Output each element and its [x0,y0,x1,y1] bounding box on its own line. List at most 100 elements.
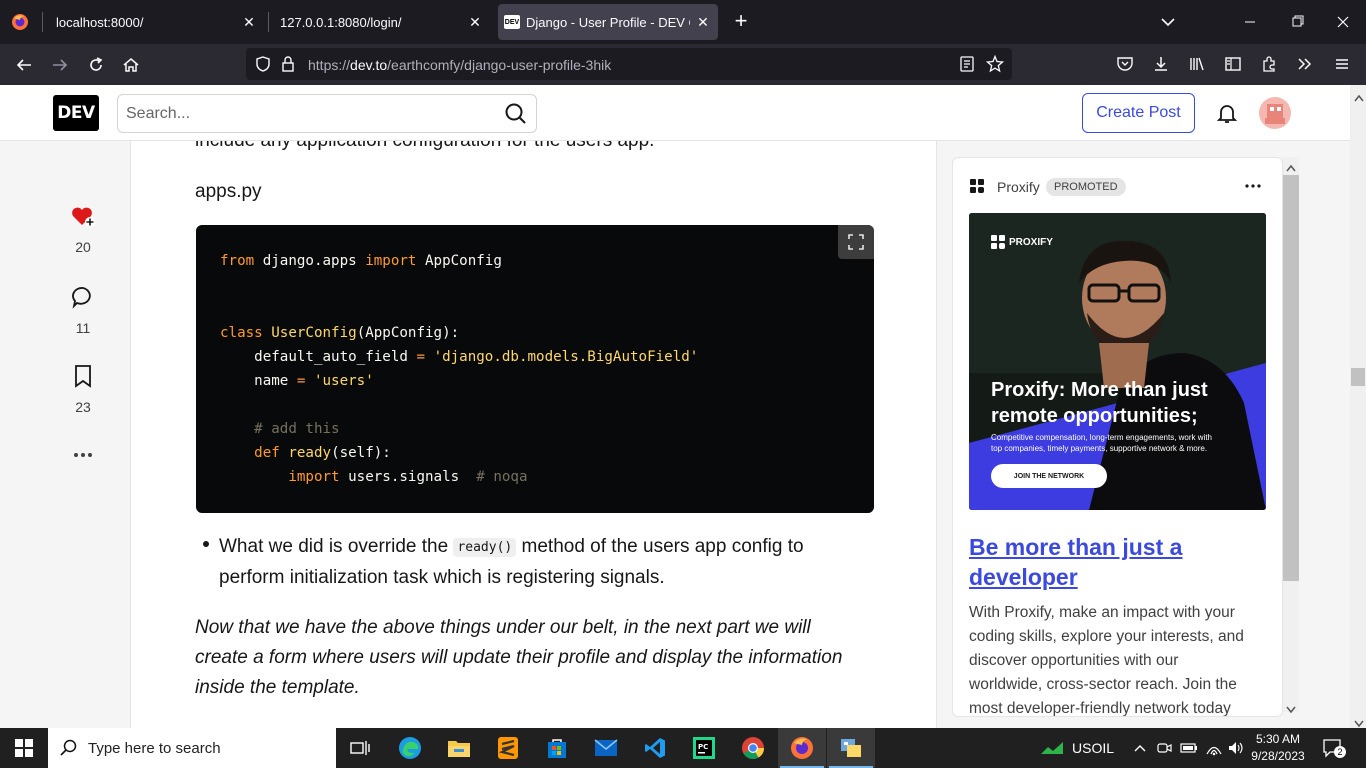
code-line: class UserConfig(AppConfig): [220,325,460,341]
tab-title: localhost:8000/ [56,14,144,30]
more-options-button[interactable] [66,443,100,470]
tab-title: Django - User Profile - DEV Con [526,14,690,30]
avatar[interactable] [1259,97,1291,129]
close-tab-icon[interactable]: ✕ [240,13,258,31]
clock-time: 5:30 AM [1255,732,1301,746]
vscode-icon[interactable] [631,728,679,768]
code-line: name = 'users' [220,373,374,389]
tab-login[interactable]: 127.0.0.1:8080/login/ ✕ [268,0,494,44]
battery-icon[interactable] [1180,740,1198,761]
scroll-down-icon[interactable] [1286,701,1296,719]
sidebar-icon[interactable] [1224,55,1242,78]
proxify-logo-icon [991,235,1005,249]
minimize-button[interactable] [1238,12,1262,32]
pocket-icon[interactable] [1116,55,1134,78]
restore-button[interactable] [1285,12,1309,32]
italic-paragraph-line: Now that we have the above things under … [195,617,811,638]
microsoft-store-icon[interactable] [533,728,581,768]
mail-icon[interactable] [582,728,630,768]
ad-brand[interactable]: Proxify [997,179,1040,195]
fullscreen-button[interactable] [838,225,874,259]
show-hidden-icons-icon[interactable] [1133,741,1147,760]
stock-ticker[interactable]: USOIL [1072,740,1114,756]
promoted-ad-card: Proxify PROMOTED PROXIFY Proxify: More t… [952,157,1283,717]
volume-icon[interactable] [1227,740,1245,761]
downloads-icon[interactable] [1152,55,1170,78]
code-line: def ready(self): [254,445,391,461]
code-line: from django.apps import AppConfig [220,253,502,269]
ad-options-icon[interactable] [1243,176,1263,201]
file-explorer-icon[interactable] [435,728,483,768]
taskbar-search-placeholder: Type here to search [88,739,221,757]
ad-body: With Proxify, make an impact with your c… [969,604,1244,717]
scroll-up-icon[interactable] [1354,89,1364,107]
fullscreen-icon [848,234,864,250]
ad-image-headline: Proxify: More than just remote opportuni… [991,379,1208,427]
list-tabs-icon[interactable] [1158,12,1178,32]
tab-bar: localhost:8000/ ✕ 127.0.0.1:8080/login/ … [0,0,1366,44]
meet-now-icon[interactable] [1156,740,1172,761]
task-view-icon[interactable] [336,728,384,768]
create-post-button[interactable]: Create Post [1082,93,1195,133]
ad-image[interactable]: PROXIFY Proxify: More than just remote o… [969,213,1266,510]
dev-logo[interactable]: DEV [53,95,99,131]
firefox-menu-icon[interactable] [8,10,32,34]
page-scrollbar[interactable] [1350,85,1366,728]
file-label: apps.py [195,181,262,202]
sublime-text-icon[interactable] [484,728,532,768]
code-line: import users.signals # noqa [288,469,528,485]
clock-date: 9/28/2023 [1251,749,1305,763]
stock-chart-icon[interactable] [1040,740,1064,761]
inline-code: ready() [453,538,517,557]
sidebar-scroll-thumb[interactable] [1283,175,1299,581]
ad-title-link[interactable]: Be more than just a developer [969,532,1182,592]
search-icon[interactable] [504,102,528,131]
forward-button[interactable] [45,50,75,80]
tab-dev-article[interactable]: DEV Django - User Profile - DEV Con ✕ [498,4,718,40]
close-tab-icon[interactable]: ✕ [694,13,712,31]
reader-view-icon[interactable] [958,55,976,78]
reload-button[interactable] [81,50,111,80]
taskbar-search[interactable]: Type here to search [48,728,336,768]
heart-plus-icon [72,207,95,227]
home-button[interactable] [116,50,146,80]
page-scroll-thumb[interactable] [1351,368,1365,386]
firefox-taskbar-icon[interactable] [778,728,826,768]
close-tab-icon[interactable]: ✕ [466,13,484,31]
shield-icon[interactable] [254,55,272,78]
extensions-icon[interactable] [1260,55,1278,78]
more-tools-icon[interactable] [1296,55,1314,78]
notification-center-icon[interactable]: 2 [1322,738,1346,758]
promoted-badge: PROMOTED [1046,178,1126,196]
chrome-icon[interactable] [729,728,777,768]
edge-icon[interactable] [386,728,434,768]
notifications-bell-icon[interactable] [1215,101,1239,130]
comment-button[interactable]: 11 [66,285,100,336]
search-box[interactable] [117,94,537,133]
code-line: default_auto_field = 'django.db.models.B… [220,349,699,365]
bullet-dot [203,541,209,547]
python-app-icon[interactable] [827,728,875,768]
back-button[interactable] [9,50,39,80]
tab-localhost[interactable]: localhost:8000/ ✕ [42,0,268,44]
dev-favicon-icon: DEV [504,15,520,29]
bookmark-button[interactable]: 23 [66,364,100,415]
pycharm-icon[interactable]: PC [680,728,728,768]
library-icon[interactable] [1188,55,1206,78]
ad-image-subtext: Competitive compensation, long-term enga… [991,433,1212,453]
search-input[interactable] [126,103,486,125]
new-tab-button[interactable]: + [729,10,753,34]
close-window-button[interactable] [1331,12,1355,32]
windows-start-icon[interactable] [0,728,48,768]
like-button[interactable]: 20 [66,205,100,255]
hamburger-menu-icon[interactable] [1333,55,1351,78]
notification-count-badge: 2 [1334,746,1346,758]
sidebar-scrollbar[interactable] [1283,157,1299,714]
bookmark-star-icon[interactable] [985,54,1005,78]
ad-image-logo: PROXIFY [991,235,1053,249]
url-bar[interactable]: https://dev.to/earthcomfy/django-user-pr… [246,48,1012,80]
clock[interactable]: 5:30 AM 9/28/2023 [1250,731,1306,765]
lock-icon[interactable] [280,55,296,78]
join-network-button[interactable]: JOIN THE NETWORK [991,464,1107,488]
wifi-icon[interactable] [1205,740,1223,761]
